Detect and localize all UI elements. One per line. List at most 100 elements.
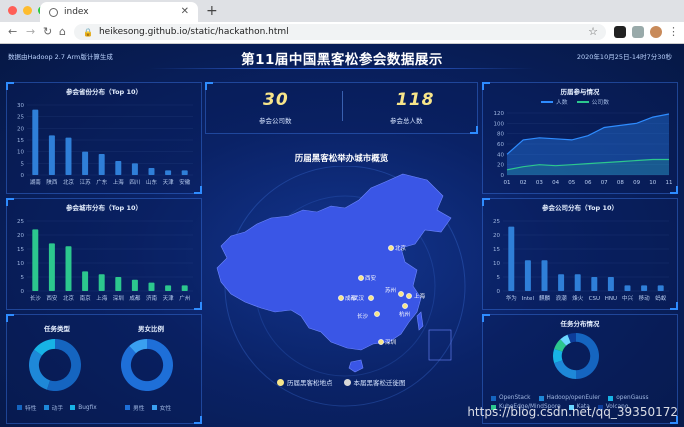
avatar[interactable] <box>650 26 662 38</box>
y-tick-label: 100 <box>494 121 505 127</box>
x-tick-label: 山东 <box>146 178 158 186</box>
bar <box>98 154 105 175</box>
x-tick-label: 01 <box>504 180 511 186</box>
x-tick-label: 11 <box>666 180 673 186</box>
legend-swatch <box>491 395 496 401</box>
bar <box>48 243 55 291</box>
legend-item: Hadoop/openEuler <box>538 395 601 401</box>
forward-icon[interactable]: → <box>26 25 35 38</box>
globe-icon <box>49 7 58 17</box>
close-tab-icon[interactable]: ✕ <box>181 6 189 17</box>
company-panel: 参会公司分布（Top 10） 0 5 10 15 20 25 华为 Intel 麒麟 浪潮 烽火 CS… <box>482 198 678 310</box>
map-legend: 历届黑客松地点 本届黑客松迁徙图 <box>277 377 406 387</box>
city-marker <box>368 295 374 301</box>
browser-tab[interactable]: index ✕ <box>40 2 198 22</box>
x-tick-label: 深圳 <box>113 294 125 302</box>
city-label: 武汉 <box>353 294 365 302</box>
x-tick-label: 02 <box>520 180 527 186</box>
y-tick-label: 10 <box>493 261 500 267</box>
bar <box>508 226 515 291</box>
legend-swatch <box>17 405 22 410</box>
y-tick-label: 20 <box>17 233 24 239</box>
legend-swatch <box>608 395 614 401</box>
history-line-chart: 0 20 40 60 80 100 120 01 02 03 04 05 06 07 08 09 10 11 <box>494 111 673 186</box>
extension-icon[interactable] <box>614 26 626 38</box>
lock-icon: 🔒 <box>83 27 93 37</box>
donut-slice <box>554 360 576 379</box>
bookmark-star-icon[interactable]: ☆ <box>588 25 598 38</box>
legend-swatch <box>151 405 157 410</box>
reload-icon[interactable]: ↻ <box>43 25 52 38</box>
x-tick-label: 安徽 <box>179 178 191 186</box>
bar <box>131 163 138 175</box>
city-label: 上海 <box>414 292 426 300</box>
migration-marker-icon <box>343 378 351 386</box>
bar <box>115 277 122 291</box>
bar <box>181 285 188 291</box>
bar <box>541 260 548 291</box>
y-tick-label: 20 <box>493 233 500 239</box>
minimize-window-button[interactable] <box>23 6 32 15</box>
people-count: 118 <box>396 90 435 110</box>
gender-donut <box>121 339 173 391</box>
y-tick-label: 5 <box>497 275 501 281</box>
new-tab-button[interactable]: + <box>206 3 218 19</box>
legend-male: 男性 <box>133 406 145 412</box>
legend-swatch <box>43 405 49 410</box>
legend-feature: 特性 <box>25 406 37 412</box>
city-label: 长沙 <box>357 312 369 320</box>
x-tick-label: 西安 <box>46 294 58 302</box>
city-label: 杭州 <box>399 310 410 318</box>
legend-hosts: 历届黑客松地点 <box>287 379 333 387</box>
puzzle-icon[interactable] <box>632 26 644 38</box>
x-tick-label: HNU <box>605 296 617 302</box>
bar <box>131 279 138 291</box>
address-bar[interactable]: 🔒 heikesong.github.io/static/hackathon.h… <box>74 24 606 40</box>
home-icon[interactable]: ⌂ <box>59 25 66 38</box>
close-window-button[interactable] <box>8 6 17 15</box>
bar <box>574 274 581 291</box>
x-tick-label: 天津 <box>163 295 175 302</box>
bar <box>524 260 531 291</box>
x-tick-label: 烽火 <box>572 294 584 302</box>
bar <box>641 285 648 291</box>
x-tick-label: 麒麟 <box>539 294 551 302</box>
china-outline <box>216 173 452 351</box>
x-tick-label: 四川 <box>129 179 140 186</box>
city-label: 北京 <box>395 244 407 252</box>
legend-label: openGauss <box>616 395 649 401</box>
y-tick-label: 0 <box>497 289 501 295</box>
x-tick-label: 04 <box>552 180 559 186</box>
task-dist-title: 任务分布情况 <box>560 320 600 328</box>
bar <box>65 246 72 291</box>
city-label: 西安 <box>365 274 377 282</box>
x-tick-label: 北京 <box>63 294 75 302</box>
y-tick-label: 80 <box>497 132 504 138</box>
x-tick-label: 上海 <box>96 294 108 302</box>
history-panel: 历届参与情况 人数 公司数 0 20 40 60 80 100 120 01 02 03 04 05 0… <box>482 82 678 194</box>
y-tick-label: 25 <box>17 219 24 225</box>
task-type-donut <box>28 339 82 391</box>
y-tick-label: 10 <box>17 150 24 156</box>
taiwan-island <box>416 311 424 331</box>
bar <box>98 274 105 291</box>
x-tick-label: 济南 <box>146 294 158 302</box>
back-icon[interactable]: ← <box>8 25 17 38</box>
city-marker <box>388 245 394 251</box>
stats-divider <box>342 91 343 121</box>
browser-tab-bar: index ✕ + <box>0 0 684 22</box>
city-marker <box>398 291 404 297</box>
y-tick-label: 25 <box>17 115 24 121</box>
y-tick-label: 0 <box>501 173 505 179</box>
company-count-label: 参会公司数 <box>259 117 292 125</box>
y-tick-label: 30 <box>17 103 24 109</box>
y-tick-label: 15 <box>493 247 500 253</box>
y-tick-label: 40 <box>497 152 504 158</box>
x-tick-label: 天津 <box>163 179 175 186</box>
bar <box>32 109 39 175</box>
bar <box>607 277 614 291</box>
y-tick-label: 0 <box>21 173 25 179</box>
menu-dots-icon[interactable]: ⋮ <box>668 25 679 38</box>
bar <box>165 285 172 291</box>
legend-label: Hadoop/openEuler <box>546 395 601 401</box>
